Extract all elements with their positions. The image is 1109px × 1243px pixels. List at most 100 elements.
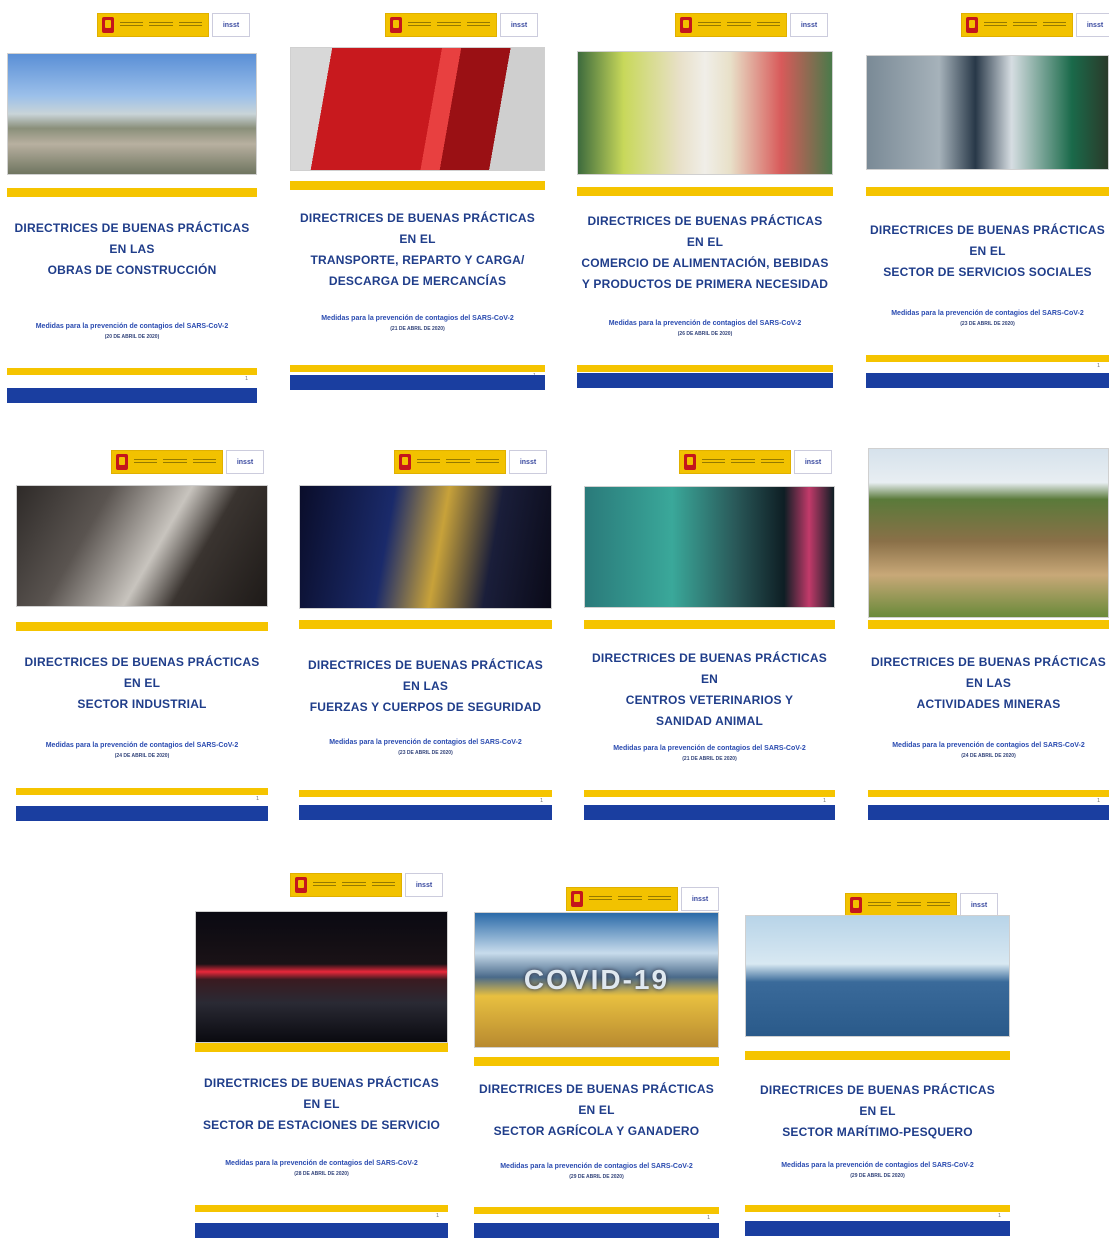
footer-yellow-band (195, 1205, 448, 1212)
cover-date: (23 DE ABRIL DE 2020) (960, 321, 1015, 327)
cover-title-line3: SECTOR DE SERVICIOS SOCIALES (883, 265, 1092, 279)
cover-title-line2: EN EL (578, 1103, 615, 1117)
construction-site-photo (7, 53, 257, 175)
cover-date: (23 DE ABRIL DE 2020) (398, 750, 453, 756)
cover-title-line2: EN LAS (109, 242, 155, 256)
document-cover[interactable]: insst DIRECTRICES DE BUENAS PRÁCTICAS EN L… (7, 13, 257, 403)
yellow-band (474, 1057, 719, 1066)
spanish-crest-icon (390, 17, 402, 33)
cover-title: DIRECTRICES DE BUENAS PRÁCTICAS EN EL SECT… (16, 652, 268, 715)
document-cover[interactable]: insst COVID-19 DIRECTRICES DE BUENAS PRÁCT… (474, 887, 719, 1238)
subtitle-text: Medidas para la prevención de contagios … (608, 320, 802, 327)
covid19-field-photo: COVID-19 (474, 912, 719, 1048)
footer-yellow-band (584, 790, 835, 797)
document-cover[interactable]: insst DIRECTRICES DE BUENAS PRÁCTICAS EN E… (290, 13, 545, 390)
cover-title-line3: TRANSPORTE, REPARTO Y CARGA/ (310, 253, 525, 267)
cover-title-line3: ACTIVIDADES MINERAS (916, 697, 1061, 711)
insst-logo: insst (226, 450, 264, 474)
cover-title-line4: DESCARGA DE MERCANCÍAS (328, 274, 507, 288)
cover-title-line2: EN EL (686, 235, 724, 249)
subtitle-text: Medidas para la prevención de contagios … (225, 1160, 418, 1167)
page-number: 1 (1097, 363, 1101, 369)
footer-yellow-band (577, 365, 833, 372)
cover-title-line2: EN (700, 672, 719, 686)
subtitle-text: Medidas para la prevención de contagios … (45, 742, 239, 749)
cover-title-line1: DIRECTRICES DE BUENAS PRÁCTICAS (871, 655, 1106, 669)
cover-date: (29 DE ABRIL DE 2020) (569, 1174, 624, 1180)
footer-yellow-band (299, 790, 552, 797)
cover-date: (24 DE ABRIL DE 2020) (961, 753, 1016, 759)
cover-title-line1: DIRECTRICES DE BUENAS PRÁCTICAS (760, 1083, 995, 1097)
cover-title-line1: DIRECTRICES DE BUENAS PRÁCTICAS (14, 221, 250, 235)
subtitle-text: Medidas para la prevención de contagios … (613, 745, 806, 752)
cover-date: (20 DE ABRIL DE 2020) (104, 334, 160, 340)
subtitle-text: Medidas para la prevención de contagios … (35, 323, 229, 330)
spanish-crest-icon (680, 17, 692, 33)
footer-yellow-band (745, 1205, 1010, 1212)
footer-blue-band (290, 375, 545, 390)
document-cover[interactable]: insst DIRECTRICES DE BUENAS PRÁCTICAS EN E… (745, 893, 1010, 1236)
cover-title-line1: DIRECTRICES DE BUENAS PRÁCTICAS (592, 651, 827, 665)
spanish-crest-icon (850, 897, 862, 913)
spanish-crest-icon (102, 17, 114, 33)
cover-title-line3: CENTROS VETERINARIOS Y (625, 693, 794, 707)
cover-title-line2: EN LAS (965, 676, 1012, 690)
yellow-band (577, 187, 833, 196)
yellow-band (584, 620, 835, 629)
footer-blue-band (868, 805, 1109, 820)
footer-yellow-band (474, 1207, 719, 1214)
cover-subtitle: Medidas para la prevención de contagios … (7, 321, 257, 343)
cover-subtitle: Medidas para la prevención de contagios … (745, 1160, 1010, 1182)
document-cover[interactable]: insst DIRECTRICES DE BUENAS PRÁCTICAS EN CE… (584, 450, 835, 820)
cover-title-line3: SECTOR DE ESTACIONES DE SERVICIO (202, 1118, 441, 1132)
cover-title-line2: EN EL (123, 676, 161, 690)
document-cover[interactable]: insstDIRECTRICES DE BUENAS PRÁCTICASEN L… (299, 450, 552, 820)
cover-title: DIRECTRICES DE BUENAS PRÁCTICAS EN EL SECT… (474, 1079, 719, 1142)
industrial-plant-photo (16, 485, 268, 607)
insst-logo: insst (500, 13, 538, 37)
yellow-band (195, 1043, 448, 1052)
subtitle-text: Medidas para la prevención de contagios … (781, 1162, 974, 1169)
cover-title-line2: EN LAS (402, 679, 449, 693)
yellow-band (868, 620, 1109, 629)
document-cover[interactable]: insstDIRECTRICES DE BUENAS PRÁCTICASEN L… (868, 448, 1109, 820)
ministry-logo (111, 450, 223, 474)
cover-date: (24 DE ABRIL DE 2020) (114, 753, 170, 759)
cover-date: (21 DE ABRIL DE 2020) (390, 326, 445, 332)
police-night-photo (299, 485, 552, 609)
spanish-crest-icon (684, 454, 696, 470)
cover-subtitle: Medidas para la prevención de contagios … (584, 743, 835, 765)
page-number: 1 (540, 798, 544, 804)
page-number: 1 (707, 1215, 711, 1221)
cover-title-line3: OBRAS DE CONSTRUCCIÓN (47, 263, 217, 277)
ministry-logo (679, 450, 791, 474)
yellow-band (290, 181, 545, 190)
cover-subtitle: Medidas para la prevención de contagios … (299, 737, 552, 759)
footer-blue-band (577, 373, 833, 388)
document-cover[interactable]: insst DIRECTRICES DE BUENAS PRÁCTICAS EN E… (866, 13, 1109, 388)
footer-blue-band (474, 1223, 719, 1238)
insst-logo: insst (212, 13, 250, 37)
fishing-boat-photo (745, 915, 1010, 1037)
document-cover[interactable]: insst DIRECTRICES DE BUENAS PRÁCTICAS EN E… (577, 13, 833, 388)
insst-logo: insst (794, 450, 832, 474)
cover-title-line1: DIRECTRICES DE BUENAS PRÁCTICAS (870, 223, 1105, 237)
spanish-crest-icon (295, 877, 307, 893)
spanish-crest-icon (571, 891, 583, 907)
subtitle-text: Medidas para la prevención de contagios … (500, 1163, 693, 1170)
page-number: 1 (436, 1213, 440, 1219)
supermarket-aisle-photo (577, 51, 833, 175)
cover-subtitle: Medidas para la prevención de contagios … (16, 740, 268, 762)
cover-title-line3: SECTOR AGRÍCOLA Y GANADERO (493, 1124, 700, 1138)
document-cover[interactable]: insst DIRECTRICES DE BUENAS PRÁCTICAS EN E… (195, 873, 448, 1238)
footer-yellow-band (290, 365, 545, 372)
document-cover[interactable]: insst DIRECTRICES DE BUENAS PRÁCTICAS EN E… (16, 450, 268, 821)
cover-subtitle: Medidas para la prevención de contagios … (866, 308, 1109, 330)
cover-title-line1: DIRECTRICES DE BUENAS PRÁCTICAS (300, 211, 535, 225)
cover-title: DIRECTRICES DE BUENAS PRÁCTICAS EN CENTROS… (584, 648, 835, 732)
ministry-logo (845, 893, 957, 917)
cover-date: (21 DE ABRIL DE 2020) (682, 756, 737, 762)
yellow-band (7, 188, 257, 197)
cover-title-line3: FUERZAS Y CUERPOS DE SEGURIDAD (309, 700, 542, 714)
ministry-logo (566, 887, 678, 911)
